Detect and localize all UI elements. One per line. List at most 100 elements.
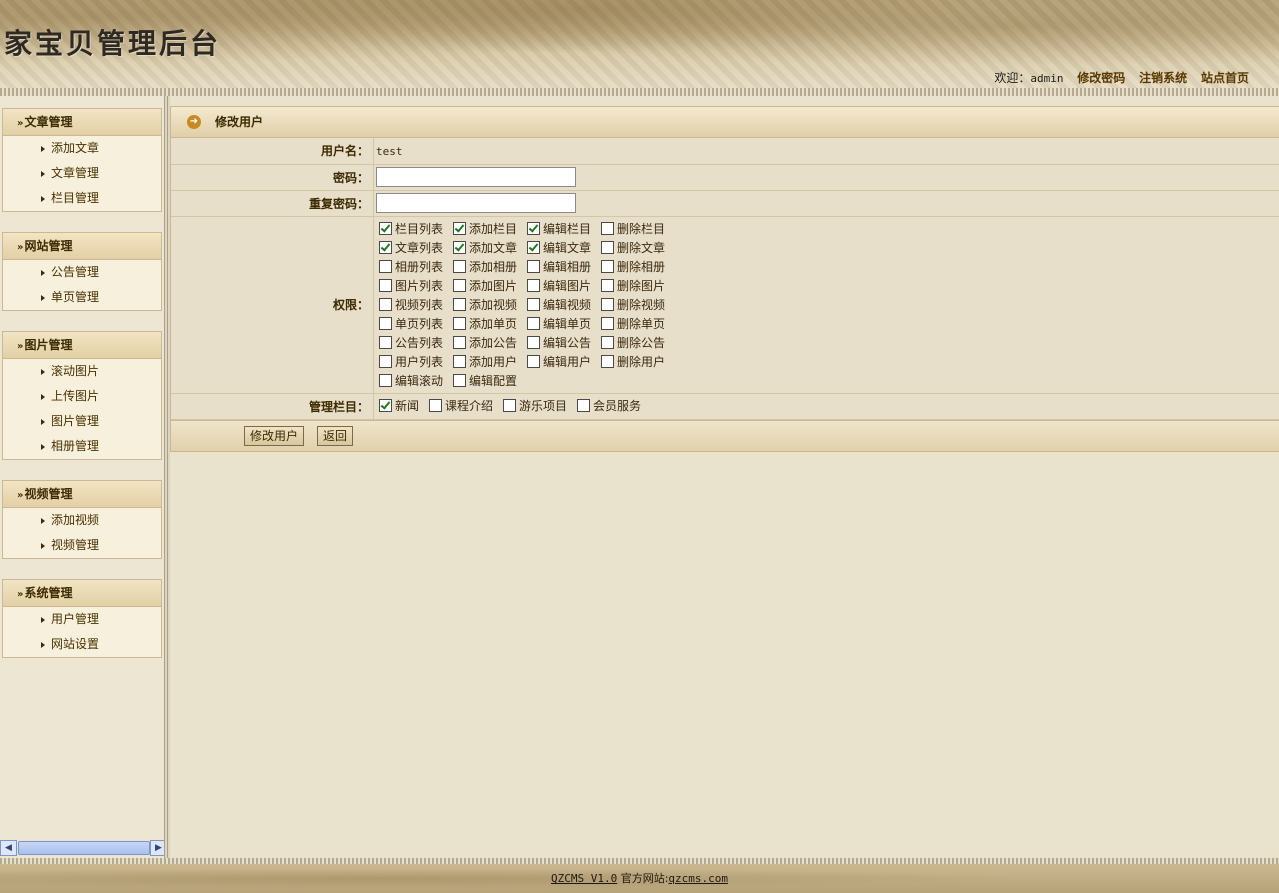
menu-title-system[interactable]: »系统管理 [3, 580, 161, 607]
sidebar-item-upload-image[interactable]: 上传图片 [3, 384, 161, 409]
permission-checkbox[interactable]: 删除视频 [601, 296, 675, 315]
permission-checkbox[interactable]: 添加视频 [453, 296, 527, 315]
permission-checkbox[interactable]: 编辑滚动 [379, 372, 453, 391]
permission-checkbox[interactable]: 删除栏目 [601, 220, 675, 239]
sidebar-item-site-settings[interactable]: 网站设置 [3, 632, 161, 657]
repeat-password-input[interactable] [376, 193, 576, 213]
permission-checkbox[interactable]: 添加文章 [453, 239, 527, 258]
permission-checkbox[interactable]: 添加用户 [453, 353, 527, 372]
checkbox-unchecked-icon[interactable] [379, 335, 392, 349]
logout-link[interactable]: 注销系统 [1139, 71, 1187, 85]
sidebar-item-album-manage[interactable]: 相册管理 [3, 434, 161, 459]
back-button[interactable]: 返回 [317, 425, 354, 446]
footer-site-link[interactable]: qzcms.com [668, 872, 728, 885]
checkbox-checked-icon[interactable] [379, 240, 392, 254]
permission-checkbox[interactable]: 编辑相册 [527, 258, 601, 277]
permission-checkbox[interactable]: 编辑文章 [527, 239, 601, 258]
permission-checkbox[interactable]: 删除单页 [601, 315, 675, 334]
sidebar-item-user-manage[interactable]: 用户管理 [3, 607, 161, 632]
checkbox-unchecked-icon[interactable] [379, 354, 392, 368]
permission-checkbox[interactable]: 单页列表 [379, 315, 453, 334]
checkbox-unchecked-icon[interactable] [453, 316, 466, 330]
checkbox-unchecked-icon[interactable] [601, 259, 614, 273]
permission-checkbox[interactable]: 视频列表 [379, 296, 453, 315]
permission-checkbox[interactable]: 用户列表 [379, 353, 453, 372]
scroll-thumb[interactable] [18, 841, 150, 855]
permission-checkbox[interactable]: 添加公告 [453, 334, 527, 353]
permission-checkbox[interactable]: 删除相册 [601, 258, 675, 277]
checkbox-unchecked-icon[interactable] [527, 316, 540, 330]
menu-title-image[interactable]: »图片管理 [3, 332, 161, 359]
checkbox-unchecked-icon[interactable] [379, 259, 392, 273]
menu-title-article[interactable]: »文章管理 [3, 109, 161, 136]
permission-checkbox[interactable]: 添加单页 [453, 315, 527, 334]
sidebar-item-article-manage[interactable]: 文章管理 [3, 161, 161, 186]
scroll-left-icon[interactable]: ◀ [0, 840, 17, 856]
checkbox-unchecked-icon[interactable] [527, 259, 540, 273]
permission-checkbox[interactable]: 编辑单页 [527, 315, 601, 334]
checkbox-unchecked-icon[interactable] [503, 398, 517, 412]
checkbox-unchecked-icon[interactable] [601, 316, 614, 330]
permission-checkbox[interactable]: 删除文章 [601, 239, 675, 258]
permission-checkbox[interactable]: 删除用户 [601, 353, 675, 372]
permission-checkbox[interactable]: 编辑图片 [527, 277, 601, 296]
checkbox-unchecked-icon[interactable] [601, 240, 614, 254]
sidebar-item-column-manage[interactable]: 栏目管理 [3, 186, 161, 211]
checkbox-unchecked-icon[interactable] [527, 354, 540, 368]
permission-checkbox[interactable]: 添加图片 [453, 277, 527, 296]
permission-checkbox[interactable]: 删除公告 [601, 334, 675, 353]
column-checkbox[interactable]: 会员服务 [577, 397, 641, 416]
checkbox-checked-icon[interactable] [453, 221, 466, 235]
checkbox-unchecked-icon[interactable] [379, 316, 392, 330]
column-checkbox[interactable]: 游乐项目 [503, 397, 567, 416]
permission-checkbox[interactable]: 删除图片 [601, 277, 675, 296]
checkbox-checked-icon[interactable] [527, 240, 540, 254]
permission-checkbox[interactable]: 编辑公告 [527, 334, 601, 353]
sidebar-item-page-manage[interactable]: 单页管理 [3, 285, 161, 310]
checkbox-unchecked-icon[interactable] [453, 354, 466, 368]
checkbox-unchecked-icon[interactable] [379, 278, 392, 292]
checkbox-checked-icon[interactable] [453, 240, 466, 254]
checkbox-checked-icon[interactable] [527, 221, 540, 235]
checkbox-unchecked-icon[interactable] [453, 373, 466, 387]
permission-checkbox[interactable]: 添加栏目 [453, 220, 527, 239]
checkbox-unchecked-icon[interactable] [379, 297, 392, 311]
change-password-link[interactable]: 修改密码 [1077, 71, 1125, 85]
menu-title-site[interactable]: »网站管理 [3, 233, 161, 260]
permission-checkbox[interactable]: 添加相册 [453, 258, 527, 277]
permission-checkbox[interactable]: 公告列表 [379, 334, 453, 353]
checkbox-unchecked-icon[interactable] [379, 373, 392, 387]
permission-checkbox[interactable]: 编辑视频 [527, 296, 601, 315]
checkbox-unchecked-icon[interactable] [527, 278, 540, 292]
column-checkbox[interactable]: 新闻 [379, 397, 419, 416]
site-home-link[interactable]: 站点首页 [1201, 71, 1249, 85]
permission-checkbox[interactable]: 编辑用户 [527, 353, 601, 372]
checkbox-checked-icon[interactable] [379, 398, 392, 412]
checkbox-unchecked-icon[interactable] [453, 259, 466, 273]
sidebar-item-image-manage[interactable]: 图片管理 [3, 409, 161, 434]
checkbox-unchecked-icon[interactable] [429, 398, 443, 412]
sidebar-item-add-video[interactable]: 添加视频 [3, 508, 161, 533]
permission-checkbox[interactable]: 编辑配置 [453, 372, 527, 391]
permission-checkbox[interactable]: 图片列表 [379, 277, 453, 296]
sidebar-item-video-manage[interactable]: 视频管理 [3, 533, 161, 558]
sidebar-horizontal-scrollbar[interactable]: ◀ ▶ [0, 840, 167, 856]
password-input[interactable] [376, 167, 576, 187]
sidebar-item-add-article[interactable]: 添加文章 [3, 136, 161, 161]
permission-checkbox[interactable]: 相册列表 [379, 258, 453, 277]
permission-checkbox[interactable]: 文章列表 [379, 239, 453, 258]
sidebar-item-notice-manage[interactable]: 公告管理 [3, 260, 161, 285]
permission-checkbox[interactable]: 栏目列表 [379, 220, 453, 239]
checkbox-unchecked-icon[interactable] [601, 278, 614, 292]
footer-brand[interactable]: QZCMS V1.0 [551, 872, 617, 885]
sidebar-item-scroll-image[interactable]: 滚动图片 [3, 359, 161, 384]
checkbox-unchecked-icon[interactable] [601, 354, 614, 368]
checkbox-unchecked-icon[interactable] [601, 297, 614, 311]
checkbox-checked-icon[interactable] [379, 221, 392, 235]
checkbox-unchecked-icon[interactable] [453, 335, 466, 349]
checkbox-unchecked-icon[interactable] [527, 335, 540, 349]
checkbox-unchecked-icon[interactable] [577, 398, 591, 412]
column-checkbox[interactable]: 课程介绍 [429, 397, 493, 416]
menu-title-video[interactable]: »视频管理 [3, 481, 161, 508]
permission-checkbox[interactable]: 编辑栏目 [527, 220, 601, 239]
